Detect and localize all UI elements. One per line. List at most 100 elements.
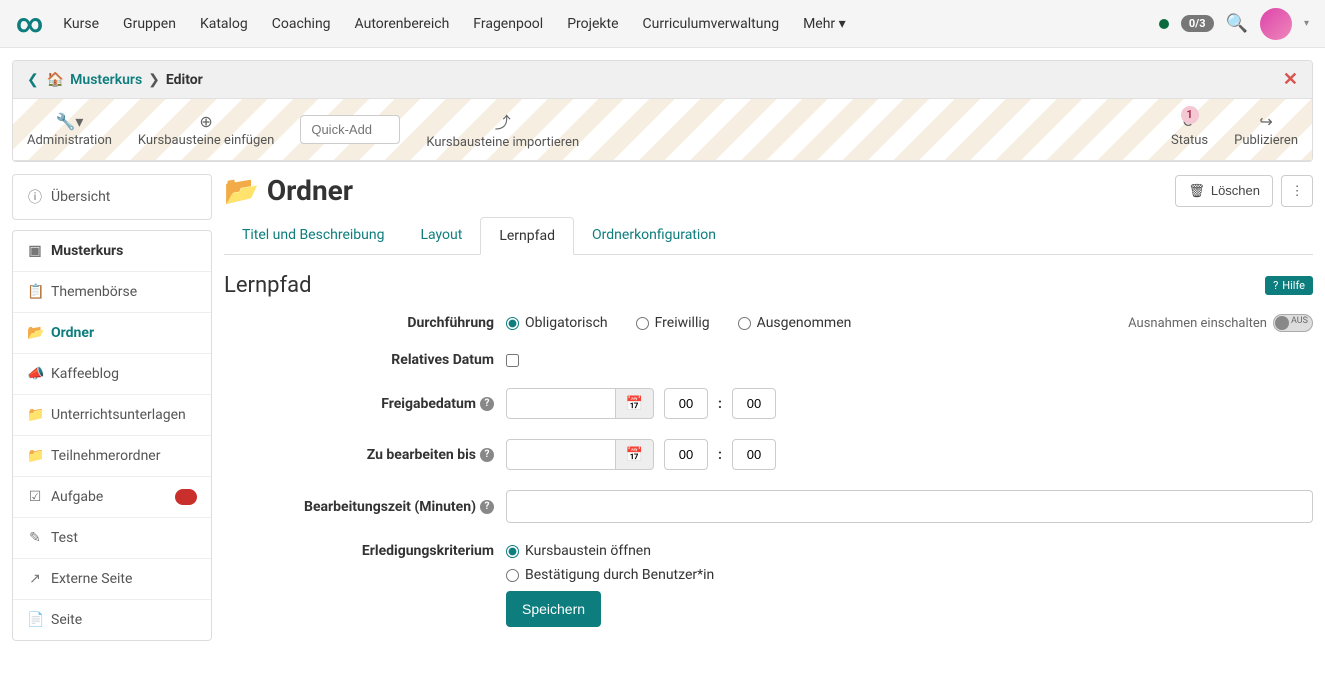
radio-input-obligatorisch[interactable] [506,317,519,330]
sidebar-item-ordner[interactable]: 📂 Ordner [13,313,211,354]
close-icon[interactable]: ✕ [1283,69,1298,90]
crumb-course[interactable]: Musterkurs [70,72,142,88]
release-date-input[interactable] [506,388,616,419]
info-icon: ⓘ [27,187,43,207]
crumb-sep-icon: ❯ [148,72,160,88]
radio-obligatorisch[interactable]: Obligatorisch [506,315,608,331]
calendar-button[interactable]: 📅 [616,388,654,419]
sidebar-item-label: Teilnehmerordner [51,448,160,464]
label-duration: Bearbeitungszeit (Minuten) ? [224,499,494,515]
external-icon: ↗ [27,571,43,587]
release-date-picker: 📅 [506,388,654,419]
sidebar-item-label: Aufgabe [51,489,103,505]
row-relatives-datum: Relatives Datum [224,352,1313,368]
radio-input-ausgenommen[interactable] [738,317,751,330]
nav-katalog[interactable]: Katalog [200,16,248,32]
main: ⓘ Übersicht ▣ Musterkurs 📋 Themenbörse 📂… [0,174,1325,663]
relative-date-checkbox[interactable] [506,354,519,367]
nav-gruppen[interactable]: Gruppen [123,16,176,32]
calendar-button[interactable]: 📅 [616,439,654,470]
content: 📂 Ordner 🗑 Löschen ⋮ Titel und Beschreib… [224,174,1313,651]
ctrl-relatives-datum [506,354,1313,367]
nav-fragenpool[interactable]: Fragenpool [473,16,543,32]
due-hours-input[interactable] [664,439,708,470]
sidebar-item-unterrichtsunterlagen[interactable]: 📁 Unterrichtsunterlagen [13,395,211,436]
status-button[interactable]: 1 ⟳ Status [1171,112,1208,148]
page-icon: 📄 [27,612,43,628]
status-dot-icon[interactable] [1159,19,1169,29]
duration-input[interactable] [506,490,1313,523]
user-menu-caret-icon[interactable]: ▾ [1304,18,1309,29]
upload-icon: ⤴ [495,109,511,133]
search-icon[interactable]: 🔍 [1226,13,1248,34]
nav-kurse[interactable]: Kurse [63,16,99,32]
help-icon[interactable]: ? [480,500,494,514]
radio-input-open[interactable] [506,545,519,558]
help-label: Hilfe [1282,279,1305,292]
nav-right: 0/3 🔍 ▾ [1159,8,1309,40]
wrench-icon: 🔧▾ [55,112,83,131]
section-title: Lernpfad [224,273,1265,298]
due-minutes-input[interactable] [732,439,776,470]
nav-curriculum[interactable]: Curriculumverwaltung [643,16,780,32]
sidebar-item-themenboerse[interactable]: 📋 Themenbörse [13,272,211,313]
sidebar-item-label: Ordner [51,325,94,341]
help-icon: ? [1273,279,1278,292]
sidebar-overview[interactable]: ⓘ Übersicht [13,175,211,219]
nav-autorenbereich[interactable]: Autorenbereich [355,16,450,32]
ctrl-durchfuehrung: Obligatorisch Freiwillig Ausgenommen Aus… [506,314,1313,332]
help-icon[interactable]: ? [480,448,494,462]
alert-badge [175,489,197,505]
folder-icon: 📁 [27,448,43,464]
help-icon[interactable]: ? [480,397,494,411]
radio-freiwillig[interactable]: Freiwillig [636,315,710,331]
counter-badge[interactable]: 0/3 [1181,15,1214,32]
toggle-knob [1275,316,1289,330]
sidebar-item-aufgabe[interactable]: ☑ Aufgabe [13,477,211,518]
nav-more[interactable]: Mehr ▾ [803,16,846,32]
help-button[interactable]: ? Hilfe [1265,276,1313,295]
insert-button[interactable]: ⊕ Kursbausteine einfügen [138,112,274,148]
import-button[interactable]: ⤴ Kursbausteine importieren [426,109,579,150]
tab-ordnerkonfig[interactable]: Ordnerkonfiguration [574,217,734,254]
release-minutes-input[interactable] [732,388,776,419]
back-icon[interactable]: ❮ [27,72,39,88]
ctrl-duration [506,490,1313,523]
radio-ausgenommen[interactable]: Ausgenommen [738,315,852,331]
radio-label: Freiwillig [655,315,710,331]
sidebar-item-externe-seite[interactable]: ↗ Externe Seite [13,559,211,600]
breadcrumb: ❮ 🏠 Musterkurs ❯ Editor ✕ [13,61,1312,99]
radio-kursbaustein-oeffnen[interactable]: Kursbaustein öffnen [506,543,651,559]
release-hours-input[interactable] [664,388,708,419]
sidebar-item-seite[interactable]: 📄 Seite [13,600,211,640]
publish-button[interactable]: ↪ Publizieren [1234,112,1298,148]
tab-layout[interactable]: Layout [402,217,480,254]
megaphone-icon: 📣 [27,366,43,382]
admin-button[interactable]: 🔧▾ Administration [27,112,112,148]
delete-button[interactable]: 🗑 Löschen [1175,175,1273,207]
folder-icon: 📁 [27,407,43,423]
section-head: Lernpfad ? Hilfe [224,273,1313,298]
tab-titel[interactable]: Titel und Beschreibung [224,217,402,254]
nav-coaching[interactable]: Coaching [272,16,331,32]
logo-icon[interactable]: ∞ [16,9,43,39]
sidebar-course-root[interactable]: ▣ Musterkurs [13,231,211,272]
sidebar-item-test[interactable]: ✎ Test [13,518,211,559]
radio-input-confirm[interactable] [506,569,519,582]
radio-input-freiwillig[interactable] [636,317,649,330]
sidebar-item-kaffeeblog[interactable]: 📣 Kaffeeblog [13,354,211,395]
due-date-input[interactable] [506,439,616,470]
home-icon[interactable]: 🏠 [47,72,64,88]
more-actions-button[interactable]: ⋮ [1281,175,1313,207]
radio-bestaetigung[interactable]: Bestätigung durch Benutzer*in [506,567,714,583]
quick-add-input[interactable] [300,115,400,144]
avatar[interactable] [1260,8,1292,40]
sidebar-item-teilnehmerordner[interactable]: 📁 Teilnehmerordner [13,436,211,477]
exceptions-toggle[interactable]: AUS [1273,314,1313,332]
tab-lernpfad[interactable]: Lernpfad [480,217,574,255]
radio-label: Bestätigung durch Benutzer*in [525,567,714,583]
save-button[interactable]: Speichern [506,591,601,627]
row-criterion: Erledigungskriterium Kursbaustein öffnen… [224,543,1313,627]
nav-projekte[interactable]: Projekte [567,16,618,32]
label-freigabedatum: Freigabedatum ? [224,396,494,412]
